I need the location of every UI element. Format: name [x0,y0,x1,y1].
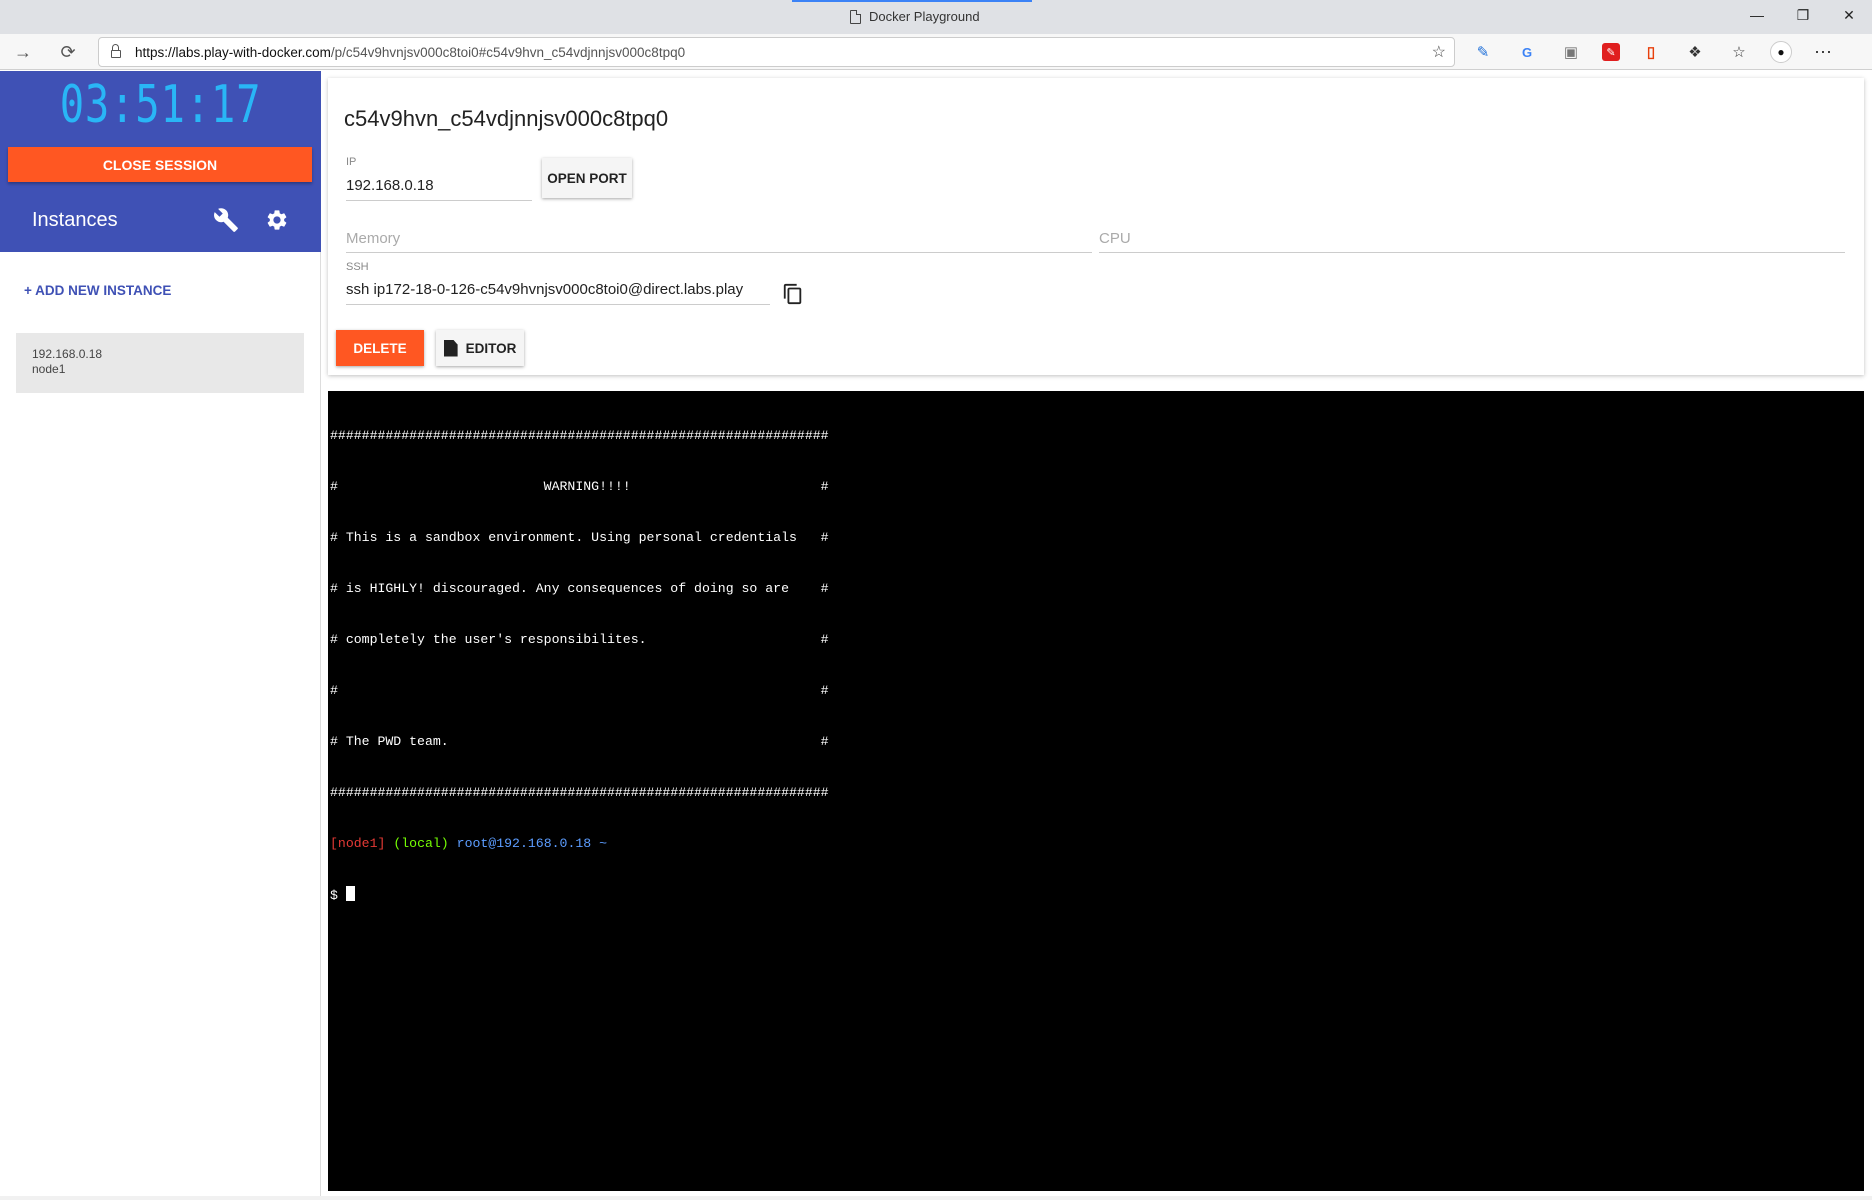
prompt-node: [node1] [330,836,386,851]
instances-title: Instances [32,209,118,231]
active-tab-indicator [792,0,1032,2]
wrench-icon[interactable] [213,207,239,233]
ssh-label: SSH [346,261,369,273]
cpu-field: CPU [1099,230,1845,253]
bookmark-stack-icon[interactable]: ▣ [1558,39,1584,65]
prompt-symbol: $ [330,888,346,903]
instance-details-panel: c54v9hvn_c54vdjnnjsv000c8tpq0 IP 192.168… [328,78,1864,375]
close-icon[interactable]: ✕ [1826,0,1872,30]
document-icon [850,9,861,24]
instance-ip: 192.168.0.18 [32,347,103,361]
instance-title: c54v9hvn_c54vdjnnjsv000c8tpq0 [344,106,669,131]
prompt-env: (local) [393,836,449,851]
url-host: https://labs.play-with-docker.com [135,44,331,60]
puzzle-icon[interactable]: ❖ [1682,39,1708,65]
terminal-line: # is HIGHLY! discouraged. Any consequenc… [330,581,829,596]
extensions-bar: ✎ G ▣ ✎ ▯ ❖ ☆ ● ⋯ [1470,38,1836,66]
sidebar: 03:51:17 CLOSE SESSION Instances + ADD N… [0,71,321,1200]
prompt-user: root@192.168.0.18 ~ [456,836,608,851]
delete-button[interactable]: DELETE [336,330,424,366]
memory-field: Memory [346,230,1092,253]
terminal[interactable]: ########################################… [328,391,1864,1191]
terminal-line: # WARNING!!!! # [330,479,829,494]
address-input[interactable]: https://labs.play-with-docker.com/p/c54v… [98,37,1455,67]
tab-title: Docker Playground [869,9,980,24]
restore-icon[interactable]: ❐ [1780,0,1826,30]
open-port-button[interactable]: OPEN PORT [542,158,632,198]
instance-list-item[interactable]: 192.168.0.18 node1 [16,333,304,393]
browser-toolbar: → ⟳ https://labs.play-with-docker.com/p/… [0,34,1872,70]
browser-tab[interactable]: Docker Playground [850,9,980,24]
ip-field[interactable]: 192.168.0.18 [346,177,532,201]
terminal-line: # The PWD team. # [330,734,829,749]
minimize-icon[interactable]: — [1734,0,1780,30]
terminal-line: # This is a sandbox environment. Using p… [330,530,829,545]
editor-button[interactable]: EDITOR [436,330,524,366]
terminal-input-line[interactable]: $ [330,886,1864,903]
instance-name: node1 [32,362,66,376]
terminal-line: ########################################… [330,785,829,800]
sidebar-header: 03:51:17 CLOSE SESSION Instances [0,71,321,252]
pen-icon[interactable]: ✎ [1470,39,1496,65]
copy-icon[interactable] [782,282,804,306]
ssh-field[interactable]: ssh ip172-18-0-126-c54v9hvnjsv000c8toi0@… [346,281,770,305]
session-timer: 03:51:17 [59,75,262,135]
terminal-prompt: [node1] (local) root@192.168.0.18 ~ [330,835,1864,852]
refresh-icon[interactable]: ⟳ [55,40,81,64]
ip-label: IP [346,156,357,168]
translate-icon[interactable]: G [1514,39,1540,65]
terminal-line: # # [330,683,829,698]
lock-icon [111,44,121,58]
office-icon[interactable]: ▯ [1638,39,1664,65]
url-path: /p/c54v9hvnjsv000c8toi0#c54v9hvn_c54vdjn… [330,44,686,60]
window-controls: — ❐ ✕ [1734,0,1872,30]
forward-icon[interactable]: → [10,40,36,64]
pdf-icon[interactable]: ✎ [1602,43,1620,61]
close-session-button[interactable]: CLOSE SESSION [8,147,312,182]
file-icon [443,339,458,357]
add-favorite-icon[interactable]: ☆ [1432,42,1446,62]
add-new-instance-button[interactable]: + ADD NEW INSTANCE [24,283,171,298]
editor-label: EDITOR [465,340,517,356]
window-bottom-edge [0,1196,1872,1200]
terminal-cursor [345,886,355,901]
gear-icon[interactable] [265,208,289,232]
terminal-line: ########################################… [330,428,829,443]
browser-titlebar: Docker Playground — ❐ ✕ [0,0,1872,34]
favorites-icon[interactable]: ☆ [1726,39,1752,65]
terminal-line: # completely the user's responsibilites.… [330,632,829,647]
more-icon[interactable]: ⋯ [1810,39,1836,65]
profile-icon[interactable]: ● [1770,41,1792,63]
